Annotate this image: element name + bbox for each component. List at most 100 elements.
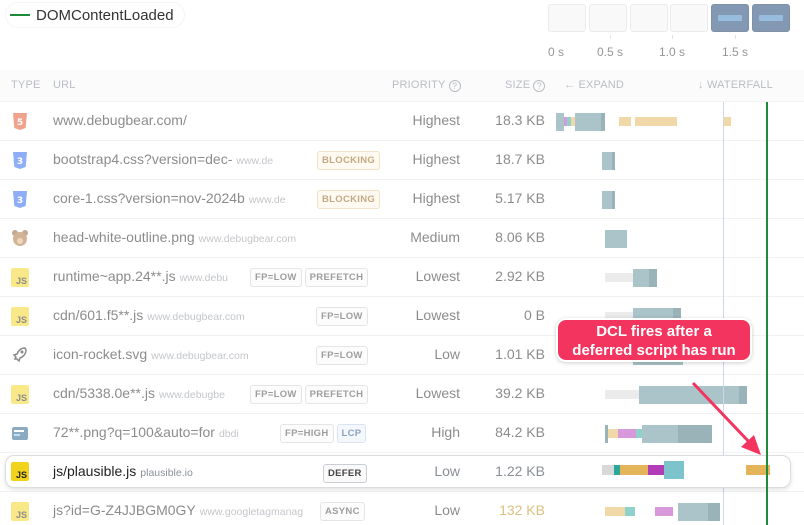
waterfall-bar[interactable] [664,461,684,479]
request-path: runtime~app.24**.js [53,268,176,284]
col-url[interactable]: URL [53,79,76,91]
badge-async: ASYNC [320,502,365,521]
waterfall-bar[interactable] [625,507,635,516]
request-url[interactable]: www.debugbear.com/ [53,112,187,128]
request-row[interactable]: JS runtime~app.24**.js www.debu FP=LOW PREFE… [0,258,804,297]
filmstrip-frame[interactable] [711,4,749,32]
tick-mark [610,35,611,39]
request-row[interactable]: 5 www.debugbear.com/Highest 18.3 KB [0,102,804,141]
filmstrip-frame[interactable] [752,4,790,32]
tick-label: 0 s [547,45,565,59]
request-row[interactable]: head-white-outline.png www.debugbear.com M… [0,219,804,258]
request-url[interactable]: js/plausible.jsplausible.io [53,463,193,479]
timeline-header: DOMContentLoaded 0 s 0.5 s 1.0 s 1.5 s [0,0,804,70]
request-path: cdn/601.f5**.js [53,307,144,323]
filmstrip-frame[interactable] [548,4,586,32]
waterfall-bar[interactable] [605,390,639,399]
request-size: 8.06 KB [495,229,545,245]
waterfall-bar[interactable] [602,191,612,209]
css-file-icon: 3 [11,190,29,209]
waterfall-bar[interactable] [612,191,615,209]
request-url[interactable]: head-white-outline.png www.debugbear.com [53,229,296,245]
waterfall-bar[interactable] [605,507,625,516]
request-path: head-white-outline.png [53,229,195,245]
waterfall-bar[interactable] [655,507,673,516]
request-row[interactable]: JS cdn/5338.0e**.js www.debugbe FP=LOW PREFE… [0,375,804,414]
request-size: 132 KB [499,502,545,518]
request-size: 2.92 KB [495,268,545,284]
filmstrip-frame[interactable] [630,4,668,32]
request-priority: Lowest [415,268,460,284]
help-icon[interactable]: ? [533,80,546,92]
filmstrip-frame[interactable] [670,4,708,32]
waterfall-bar[interactable] [678,503,708,521]
waterfall-bar[interactable] [612,152,615,170]
col-type[interactable]: TYPE [11,79,41,91]
annotation-callout: DCL fires after a deferred script has ru… [556,318,752,362]
request-size: 1.01 KB [495,346,545,362]
request-row[interactable]: 3 core-1.css?version=nov-2024b www.de BLOCK… [0,180,804,219]
waterfall-bar[interactable] [633,269,649,287]
request-url[interactable]: bootstrap4.css?version=dec-www.de [53,151,273,167]
waterfall-bar[interactable] [648,465,664,475]
request-url[interactable]: 72**.png?q=100&auto=for dbdi [53,424,239,440]
request-url[interactable]: runtime~app.24**.js www.debu [53,268,228,284]
expand-button[interactable]: ← EXPAND [564,79,624,91]
request-size: 18.3 KB [495,112,545,128]
request-row[interactable]: JS js?id=G-Z4JJBGM0GY www.googletagmanag AS… [0,492,804,525]
waterfall-bar[interactable] [620,465,648,475]
request-url[interactable]: core-1.css?version=nov-2024b www.de [53,190,286,206]
waterfall-bar[interactable] [639,386,739,404]
waterfall-bar[interactable] [724,117,731,126]
waterfall-bar[interactable] [708,503,720,521]
request-domain: www.de [248,194,286,206]
request-path: js?id=G-Z4JJBGM0GY [53,502,196,518]
waterfall-bar[interactable] [575,113,601,131]
tick-label: 1.5 s [721,45,749,59]
request-size: 5.17 KB [495,190,545,206]
waterfall-bar[interactable] [649,269,657,287]
request-badges: FP=LOW PREFETCH [250,268,369,287]
waterfall-bar[interactable] [678,425,712,443]
badge-prefetch: PREFETCH [304,385,369,404]
waterfall-bar[interactable] [605,230,627,248]
highlighted-request-row[interactable]: JS js/plausible.js plausible.io DEFER Low… [6,456,790,487]
request-domain: www.debu [179,272,229,284]
dcl-marker-line [766,102,768,525]
badge-fp-high: FP=HIGH [280,424,334,443]
waterfall-bar[interactable] [602,152,612,170]
waterfall-bar[interactable] [602,465,614,475]
waterfall-bar[interactable] [739,386,747,404]
request-priority: Low [434,502,460,518]
waterfall-bar[interactable] [601,113,605,131]
svg-file-icon [11,346,29,365]
request-row[interactable]: 72**.png?q=100&auto=for dbdi FP=HIGH LCP Hig… [0,414,804,453]
image-file-icon [11,424,29,443]
svg-text:3: 3 [17,157,23,167]
request-url[interactable]: cdn/601.f5**.js www.debugbear.com [53,307,245,323]
request-domain: www.debugbear.com [198,233,297,245]
request-priority: Low [434,463,460,479]
request-url[interactable]: cdn/5338.0e**.js www.debugbe [53,385,225,401]
badge-prefetch: PREFETCH [304,268,369,287]
filmstrip-frame[interactable] [589,4,627,32]
waterfall-bar[interactable] [605,273,633,282]
col-size[interactable]: SIZE? [505,79,546,92]
waterfall-bar[interactable] [642,425,678,443]
request-priority: Highest [412,190,460,206]
request-url[interactable]: js?id=G-Z4JJBGM0GY www.googletagmanag [53,502,303,518]
waterfall-sort[interactable]: ↓ WATERFALL [698,79,773,91]
col-priority[interactable]: PRIORITY? [392,79,461,92]
request-url[interactable]: icon-rocket.svg www.debugbear.com [53,346,249,362]
js-file-icon: JS [11,385,29,404]
request-row[interactable]: 3 bootstrap4.css?version=dec-www.de BLOCKI… [0,141,804,180]
request-priority: Lowest [415,385,460,401]
waterfall-bar[interactable] [635,117,677,126]
help-icon[interactable]: ? [448,80,461,92]
request-path: bootstrap4.css?version=dec- [53,151,233,167]
waterfall-bar[interactable] [618,429,636,438]
waterfall-bar[interactable] [619,117,631,126]
waterfall-bar[interactable] [608,429,618,438]
waterfall-bar[interactable] [556,113,564,131]
request-badges: FP=LOW PREFETCH [250,385,369,404]
